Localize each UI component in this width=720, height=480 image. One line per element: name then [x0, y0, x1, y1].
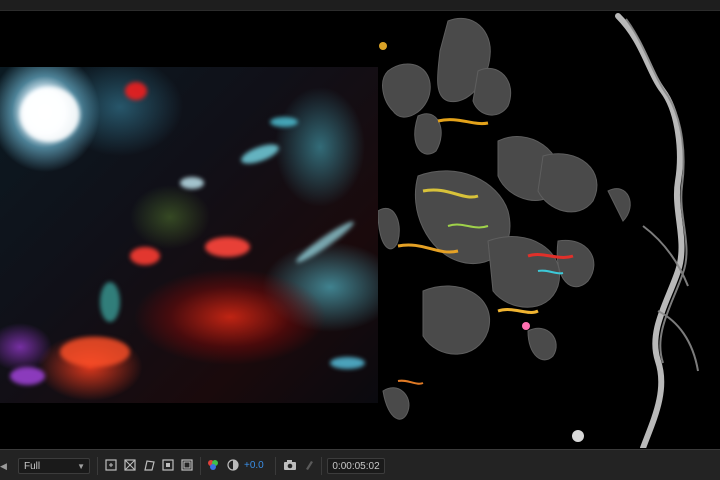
mask-visibility-icon[interactable]: [142, 458, 156, 472]
toolbar-divider: [200, 457, 201, 475]
show-snapshot-icon[interactable]: [302, 458, 316, 472]
viewer-toolbar: ◀ Full ▼ +0.0 0:00:05:02: [0, 449, 720, 480]
toolbar-divider: [97, 457, 98, 475]
toolbar-divider: [321, 457, 322, 475]
current-time-display[interactable]: 0:00:05:02: [327, 458, 385, 474]
layer-matte-preview: [378, 11, 720, 448]
exposure-reset-icon[interactable]: [226, 458, 240, 472]
guides-icon[interactable]: [161, 458, 175, 472]
channels-icon[interactable]: [180, 458, 194, 472]
resolution-dropdown[interactable]: Full ▼: [18, 458, 90, 474]
transparency-grid-icon[interactable]: [123, 458, 137, 472]
snapshot-icon[interactable]: [283, 458, 297, 472]
color-management-icon[interactable]: [206, 458, 220, 472]
chevron-down-icon: ▼: [77, 462, 85, 471]
layer-footage-preview: [0, 67, 378, 403]
resolution-value: Full: [24, 461, 41, 472]
toolbar-divider: [275, 457, 276, 475]
exposure-value[interactable]: +0.0: [244, 458, 264, 474]
composition-viewport[interactable]: [0, 11, 720, 448]
composition-viewer-panel: ◀ Full ▼ +0.0 0:00:05:02: [0, 0, 720, 480]
chevron-left-icon[interactable]: ◀: [0, 458, 8, 474]
region-of-interest-icon[interactable]: [104, 458, 118, 472]
panel-header: [0, 0, 720, 11]
